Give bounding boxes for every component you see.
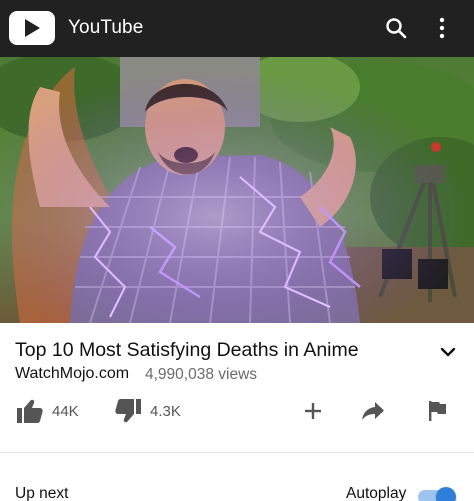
section-divider: [0, 452, 474, 453]
view-count: 4,990,038 views: [145, 366, 258, 383]
more-vertical-icon: [439, 17, 445, 39]
video-title: Top 10 Most Satisfying Deaths in Anime: [15, 339, 359, 361]
app-bar: YouTube: [0, 0, 474, 57]
dislike-count: 4.3K: [150, 402, 181, 420]
autoplay-label: Autoplay: [346, 485, 407, 501]
chevron-down-icon: [440, 347, 456, 357]
like-button[interactable]: 44K: [16, 396, 79, 426]
thumb-up-icon: [17, 399, 43, 423]
like-count: 44K: [52, 402, 79, 420]
search-button[interactable]: [382, 14, 410, 42]
flag-icon: [429, 401, 446, 421]
dislike-button[interactable]: 4.3K: [114, 396, 181, 426]
share-icon: [362, 402, 384, 420]
thumb-down-icon: [115, 399, 141, 423]
more-options-button[interactable]: [428, 14, 456, 42]
play-icon: [25, 19, 40, 37]
video-player[interactable]: [0, 57, 474, 323]
video-frame: [0, 57, 474, 323]
share-button[interactable]: [360, 398, 386, 424]
youtube-logo-icon[interactable]: [9, 11, 55, 45]
app-title: YouTube: [68, 17, 144, 38]
channel-name[interactable]: WatchMojo.com: [15, 365, 129, 383]
toggle-knob: [436, 487, 456, 501]
add-icon: [305, 403, 321, 419]
search-icon: [386, 18, 407, 39]
expand-description-button[interactable]: [436, 340, 460, 364]
add-to-playlist-button[interactable]: [300, 398, 326, 424]
up-next-label: Up next: [15, 485, 69, 501]
report-button[interactable]: [424, 398, 450, 424]
autoplay-toggle[interactable]: [416, 487, 458, 501]
